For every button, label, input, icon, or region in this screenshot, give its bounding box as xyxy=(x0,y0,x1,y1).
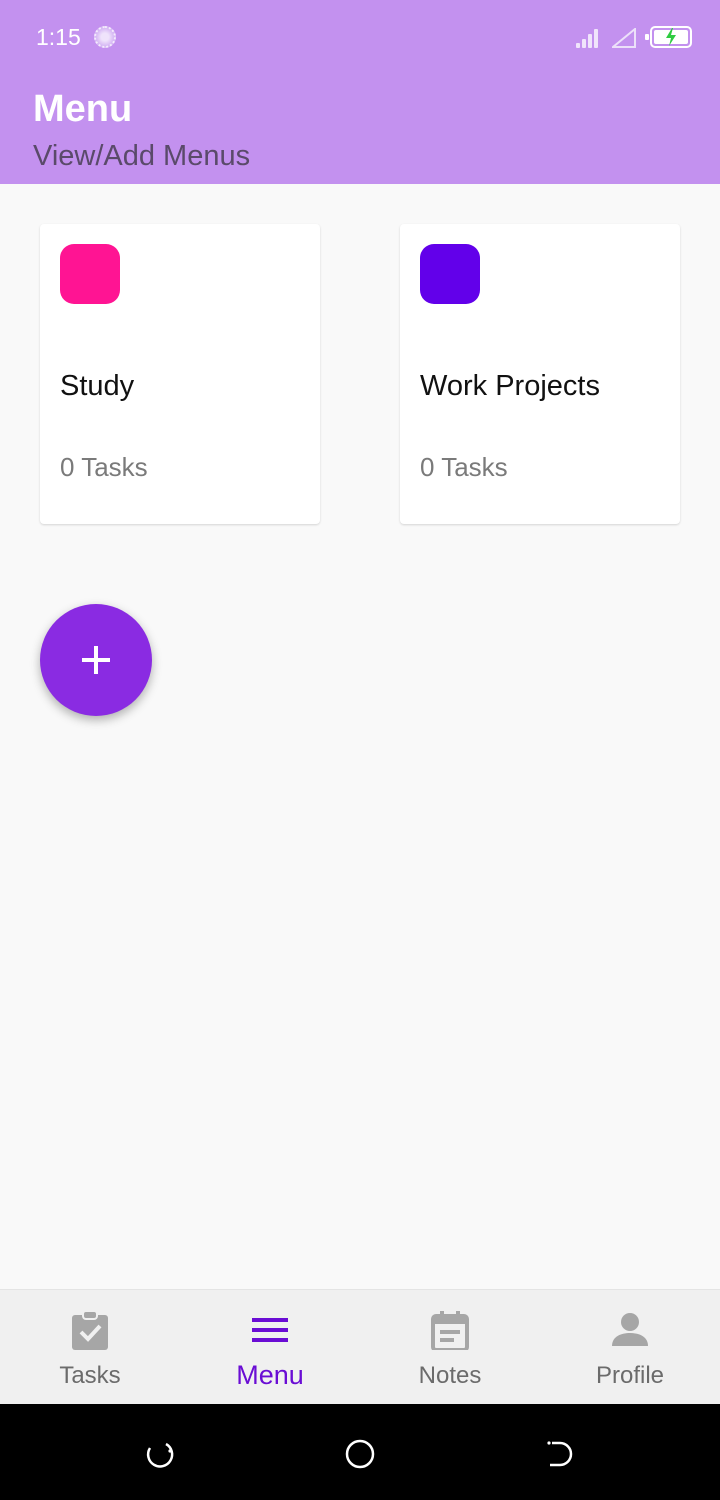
menu-card-title: Work Projects xyxy=(420,370,600,402)
home-icon[interactable] xyxy=(344,1438,376,1470)
nav-item-notes[interactable]: Notes xyxy=(360,1290,540,1405)
page-title: Menu xyxy=(33,88,133,130)
plus-icon xyxy=(82,646,110,674)
menu-card-task-count: 0 Tasks xyxy=(60,452,148,482)
clipboard-check-icon xyxy=(72,1310,108,1350)
nav-label-menu: Menu xyxy=(236,1360,304,1390)
nav-label-profile: Profile xyxy=(595,1362,665,1389)
menu-color-swatch xyxy=(60,244,120,304)
bottom-navigation: Tasks Menu Notes Profile xyxy=(0,1289,720,1404)
battery-icon xyxy=(645,26,692,48)
back-icon[interactable] xyxy=(544,1438,576,1470)
loading-indicator-icon xyxy=(94,26,116,48)
nav-label-tasks: Tasks xyxy=(59,1362,121,1389)
add-menu-button[interactable] xyxy=(40,604,152,716)
person-icon xyxy=(612,1313,648,1346)
menu-card-title: Study xyxy=(60,370,135,402)
page-subtitle: View/Add Menus xyxy=(33,140,251,172)
status-bar: 1:15 xyxy=(0,0,720,72)
no-signal-icon xyxy=(612,28,636,48)
menu-color-swatch xyxy=(420,244,480,304)
status-time: 1:15 xyxy=(36,24,81,50)
menu-card-study[interactable]: Study 0 Tasks xyxy=(40,224,320,524)
system-navigation-bar xyxy=(0,1404,720,1500)
menu-card-work-projects[interactable]: Work Projects 0 Tasks xyxy=(400,224,680,524)
notes-calendar-icon xyxy=(431,1311,469,1350)
nav-label-notes: Notes xyxy=(418,1362,482,1389)
menu-card-task-count: 0 Tasks xyxy=(420,452,508,482)
nav-item-profile[interactable]: Profile xyxy=(540,1290,720,1405)
status-icons xyxy=(576,24,696,50)
nav-item-menu[interactable]: Menu xyxy=(180,1290,360,1405)
signal-icon xyxy=(576,28,602,48)
app-header: 1:15 Menu View/Add Menus xyxy=(0,0,720,184)
menu-icon xyxy=(252,1318,288,1342)
recents-icon[interactable] xyxy=(144,1438,176,1470)
nav-item-tasks[interactable]: Tasks xyxy=(0,1290,180,1405)
